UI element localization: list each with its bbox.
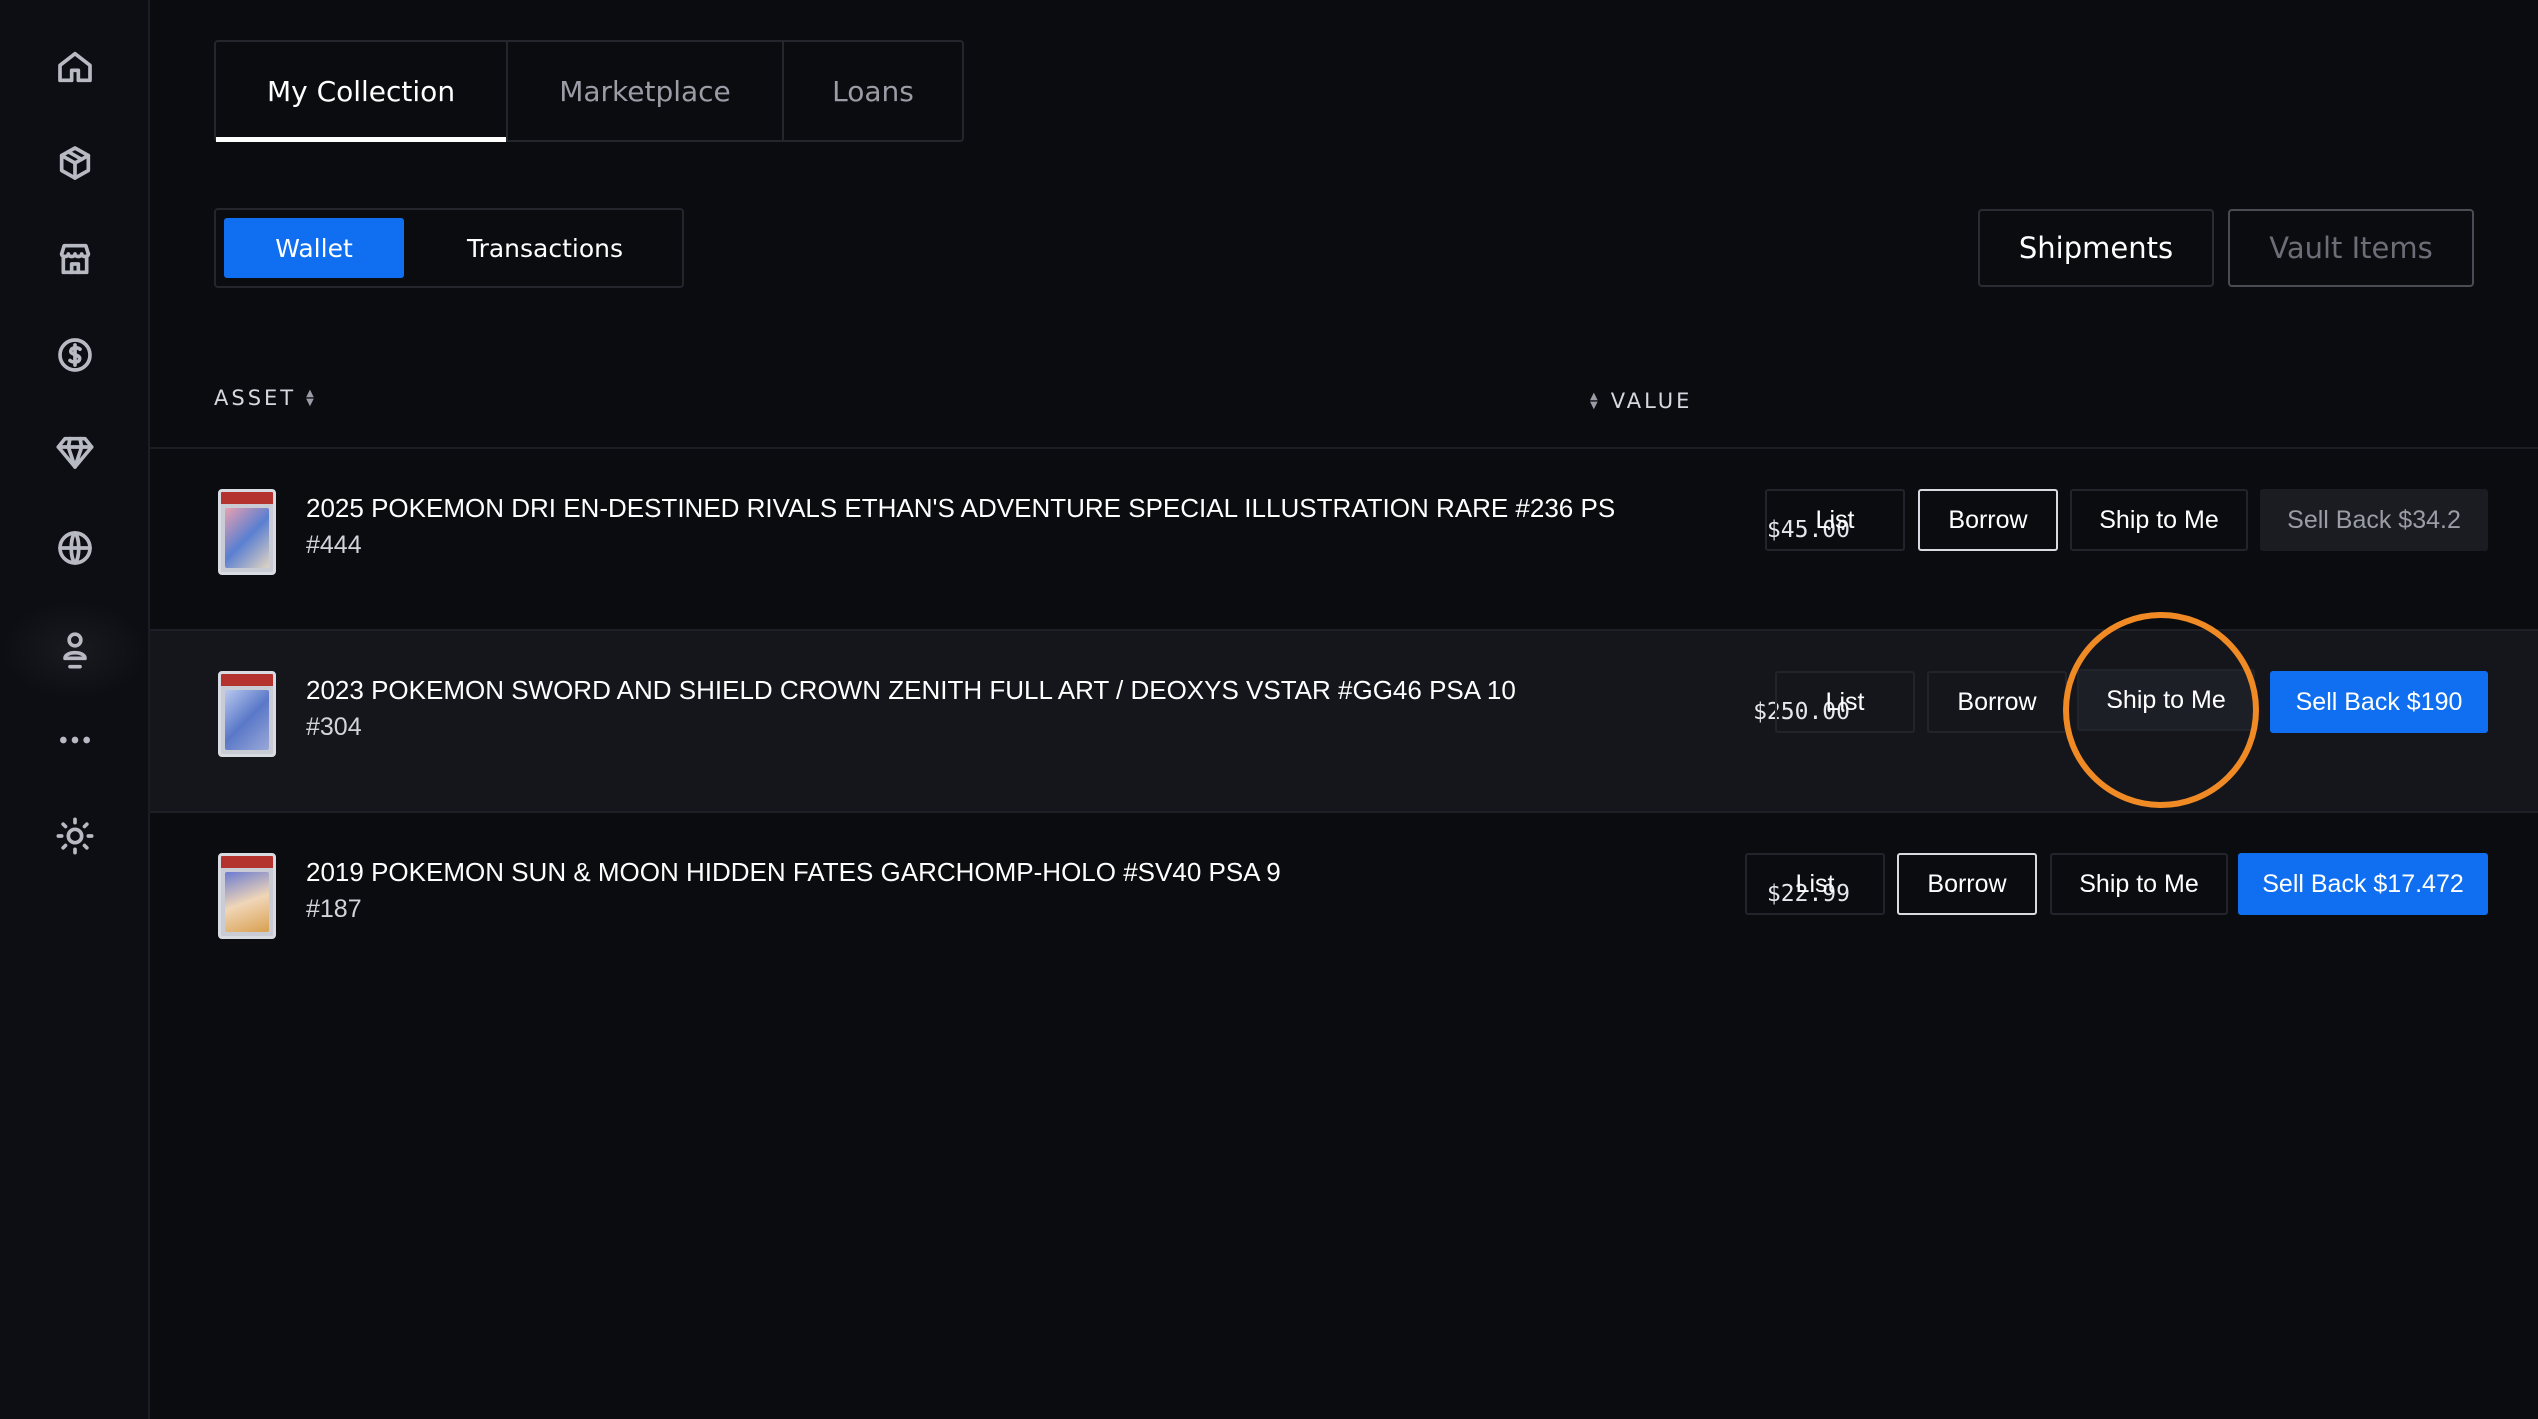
sort-icon: ▲ ▼ — [1590, 391, 1601, 411]
app-root: My Collection Marketplace Loans Wallet T… — [0, 0, 2538, 1419]
store-icon[interactable] — [50, 234, 100, 284]
sell-back-button[interactable]: Sell Back $190 — [2270, 671, 2488, 733]
shipments-button[interactable]: Shipments — [1978, 209, 2214, 287]
sidebar — [0, 0, 150, 1419]
asset-name: 2019 POKEMON SUN & MOON HIDDEN FATES GAR… — [306, 857, 1281, 887]
more-icon[interactable] — [50, 715, 100, 765]
tab-loans[interactable]: Loans — [782, 42, 962, 140]
subtab-transactions[interactable]: Transactions — [412, 218, 678, 278]
column-header-value-label: VALUE — [1610, 389, 1693, 413]
dollar-icon[interactable] — [50, 330, 100, 380]
asset-number: #304 — [306, 713, 362, 741]
card-thumbnail[interactable] — [218, 853, 276, 939]
home-icon[interactable] — [50, 42, 100, 92]
table-row: 2023 POKEMON SWORD AND SHIELD CROWN ZENI… — [150, 631, 2538, 811]
list-button[interactable]: List — [1745, 853, 1885, 915]
table-row: 2025 POKEMON DRI EN-DESTINED RIVALS ETHA… — [150, 449, 2538, 629]
borrow-button[interactable]: Borrow — [1927, 671, 2067, 733]
ship-to-me-button[interactable]: Ship to Me — [2077, 669, 2255, 731]
tab-my-collection[interactable]: My Collection — [216, 42, 506, 142]
card-thumbnail[interactable] — [218, 489, 276, 575]
table-row: 2019 POKEMON SUN & MOON HIDDEN FATES GAR… — [150, 813, 2538, 993]
ship-to-me-button[interactable]: Ship to Me — [2050, 853, 2228, 915]
sell-back-button[interactable]: Sell Back $34.2 — [2260, 489, 2488, 551]
sort-icon: ▲ ▼ — [306, 388, 317, 408]
sell-back-button[interactable]: Sell Back $17.472 — [2238, 853, 2488, 915]
borrow-button[interactable]: Borrow — [1897, 853, 2037, 915]
vault-items-button[interactable]: Vault Items — [2228, 209, 2474, 287]
tab-marketplace[interactable]: Marketplace — [506, 42, 782, 140]
globe-icon[interactable] — [50, 523, 100, 573]
asset-number: #187 — [306, 895, 362, 923]
column-header-asset[interactable]: ASSET ▲ ▼ — [214, 386, 317, 410]
asset-name: 2023 POKEMON SWORD AND SHIELD CROWN ZENI… — [306, 675, 1516, 705]
main-tabs: My Collection Marketplace Loans — [214, 40, 964, 142]
borrow-button[interactable]: Borrow — [1918, 489, 2058, 551]
list-button[interactable]: List — [1775, 671, 1915, 733]
column-header-asset-label: ASSET — [214, 386, 297, 410]
list-button[interactable]: List — [1765, 489, 1905, 551]
diamond-icon[interactable] — [50, 427, 100, 477]
user-icon[interactable] — [50, 625, 100, 675]
subtab-wallet[interactable]: Wallet — [224, 218, 404, 278]
column-header-value[interactable]: ▲ ▼ VALUE — [1590, 389, 1692, 413]
ship-to-me-button[interactable]: Ship to Me — [2070, 489, 2248, 551]
asset-name: 2025 POKEMON DRI EN-DESTINED RIVALS ETHA… — [306, 493, 1616, 523]
box-icon[interactable] — [50, 138, 100, 188]
card-thumbnail[interactable] — [218, 671, 276, 757]
asset-number: #444 — [306, 531, 362, 559]
sun-icon[interactable] — [50, 811, 100, 861]
wallet-subtabs: Wallet Transactions — [214, 208, 684, 288]
